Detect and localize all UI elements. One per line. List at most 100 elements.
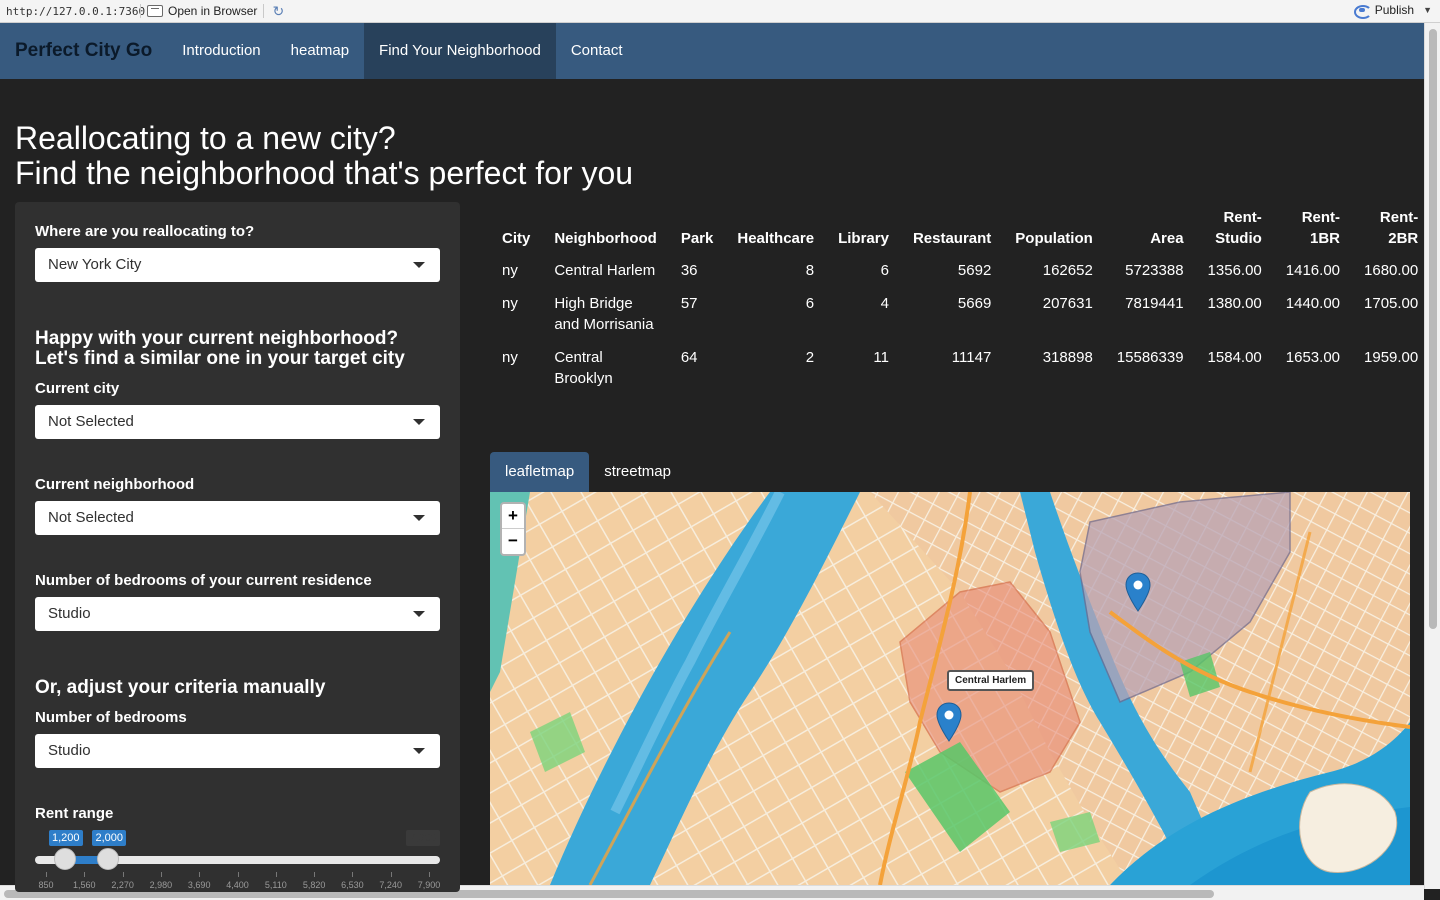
current-bedrooms-select[interactable]: Studio	[35, 597, 440, 631]
map-marker-icon[interactable]	[1125, 572, 1151, 612]
refresh-icon[interactable]: ↻	[270, 3, 286, 19]
cell-healthcare: 6	[805, 295, 815, 312]
slider-tick-mark	[390, 872, 392, 877]
zoom-out-button[interactable]: −	[502, 529, 524, 554]
cell-rent-studio: 1356.00	[1207, 262, 1262, 279]
cell-healthcare: 8	[805, 262, 815, 279]
divider	[140, 4, 141, 18]
table-header-row: City Neighborhood Park Healthcare Librar…	[490, 204, 1430, 257]
slider-tick-mark	[275, 872, 277, 877]
slider-tick-label: 2,270	[111, 880, 134, 890]
col-healthcare: Healthcare	[737, 230, 815, 247]
slider-tick-mark	[352, 872, 354, 877]
slider-tick-label: 850	[38, 880, 54, 890]
nav-heatmap[interactable]: heatmap	[276, 23, 364, 79]
cell-rent-1br: 1440.00	[1285, 295, 1341, 312]
current-city-select[interactable]: Not Selected	[35, 405, 440, 439]
cell-library: 4	[880, 295, 889, 312]
navbar: Perfect City Go Introduction heatmap Fin…	[0, 23, 1424, 79]
ide-toolbar: http://127.0.0.1:7360 Open in Browser ↻ …	[0, 0, 1440, 23]
col-city: City	[502, 230, 531, 247]
vertical-scrollbar[interactable]	[1424, 23, 1440, 889]
cell-rent-2br: 1705.00	[1364, 295, 1419, 312]
cell-population: 162652	[1042, 262, 1093, 279]
map-marker-icon[interactable]	[936, 702, 962, 742]
cell-restaurant: 5669	[957, 295, 992, 312]
col-area: Area	[1150, 230, 1184, 247]
slider-to-handle[interactable]	[97, 848, 120, 870]
open-in-browser-button[interactable]: Open in Browser	[147, 4, 257, 18]
nav-contact[interactable]: Contact	[556, 23, 638, 79]
current-bedrooms-value: Studio	[48, 605, 91, 622]
cell-rent-studio: 1584.00	[1207, 349, 1262, 366]
cell-population: 207631	[1042, 295, 1093, 312]
target-city-value: New York City	[48, 256, 142, 273]
slider-tick-mark	[429, 872, 430, 877]
slider-tick-mark	[160, 872, 162, 877]
slider-tick-label: 7,240	[379, 880, 402, 890]
window-icon	[147, 5, 163, 17]
cell-neighborhood: Central Harlem	[554, 262, 656, 279]
caret-down-icon	[413, 262, 425, 268]
target-city-label: Where are you reallocating to?	[35, 223, 255, 240]
publish-icon	[1353, 3, 1372, 19]
cell-population: 318898	[1042, 349, 1093, 366]
leaflet-map[interactable]: + − Central Harlem	[490, 492, 1410, 885]
bedrooms-select[interactable]: Studio	[35, 734, 440, 768]
col-population: Population	[1015, 230, 1093, 247]
brand-title[interactable]: Perfect City Go	[0, 23, 167, 79]
slider-from-handle[interactable]	[54, 848, 76, 870]
cell-park: 57	[680, 295, 698, 312]
slider-tick-label: 2,980	[149, 880, 173, 890]
tab-leafletmap[interactable]: leafletmap	[490, 452, 590, 492]
current-bedrooms-label: Number of bedrooms of your current resid…	[35, 572, 372, 589]
current-city-label: Current city	[35, 380, 120, 397]
slider-tick-label: 5,110	[264, 880, 287, 890]
publish-button[interactable]: Publish ▼	[1353, 3, 1432, 19]
cell-neighborhood: Central Brooklyn	[554, 349, 613, 387]
open-in-browser-label: Open in Browser	[168, 4, 258, 18]
col-rent-studio: Rent-Studio	[1215, 209, 1262, 247]
slider-tick-mark	[314, 872, 316, 877]
cell-park: 64	[680, 349, 698, 366]
cell-rent-2br: 1680.00	[1364, 262, 1419, 279]
slider-tick-mark	[46, 872, 47, 877]
current-neighborhood-select[interactable]: Not Selected	[35, 501, 440, 535]
tab-streetmap[interactable]: streetmap	[589, 452, 686, 492]
slider-tick-mark	[122, 872, 124, 877]
cell-city: ny	[502, 262, 518, 279]
url-text: http://127.0.0.1:7360	[6, 4, 146, 18]
publish-label: Publish	[1374, 3, 1415, 17]
match-heading: Happy with your current neighborhood? Le…	[35, 328, 405, 369]
caret-down-icon	[413, 611, 425, 617]
zoom-control: + −	[500, 502, 526, 556]
col-park: Park	[680, 230, 714, 247]
current-neighborhood-label: Current neighborhood	[35, 476, 195, 493]
cell-area: 15586339	[1116, 349, 1184, 366]
bedrooms-value: Studio	[48, 742, 91, 759]
cell-area: 5723388	[1125, 262, 1184, 279]
table-row: ny Central Brooklyn 64 2 11 11147 318898…	[490, 344, 1430, 398]
table-row: ny Central Harlem 36 8 6 5692 162652 572…	[490, 257, 1430, 290]
cell-rent-studio: 1380.00	[1207, 295, 1262, 312]
criteria-sidebar: Where are you reallocating to? New York …	[15, 202, 460, 892]
zoom-in-button[interactable]: +	[502, 504, 524, 529]
divider	[263, 4, 265, 18]
target-city-select[interactable]: New York City	[35, 248, 440, 282]
slider-tick-label: 3,690	[187, 880, 211, 890]
col-rent-1br: Rent-1BR	[1301, 209, 1341, 247]
col-neighborhood: Neighborhood	[554, 230, 657, 247]
cell-city: ny	[502, 295, 518, 312]
rent-range-slider[interactable]: 1,200 2,000 7,900 850 1,560 2,270 2,980 3,69…	[35, 822, 440, 892]
col-restaurant: Restaurant	[912, 230, 992, 247]
current-city-value: Not Selected	[48, 413, 134, 430]
results-table: City Neighborhood Park Healthcare Librar…	[490, 204, 1430, 398]
page-title-line-1: Reallocating to a new city?	[15, 120, 396, 156]
cell-rent-1br: 1653.00	[1285, 349, 1341, 366]
map-popup-label: Central Harlem	[947, 670, 1035, 691]
cell-healthcare: 2	[805, 349, 815, 366]
nav-find-your-neighborhood[interactable]: Find Your Neighborhood	[364, 23, 556, 79]
nav-introduction[interactable]: Introduction	[167, 23, 275, 79]
cell-rent-1br: 1416.00	[1285, 262, 1341, 279]
rent-range-label: Rent range	[35, 805, 114, 822]
